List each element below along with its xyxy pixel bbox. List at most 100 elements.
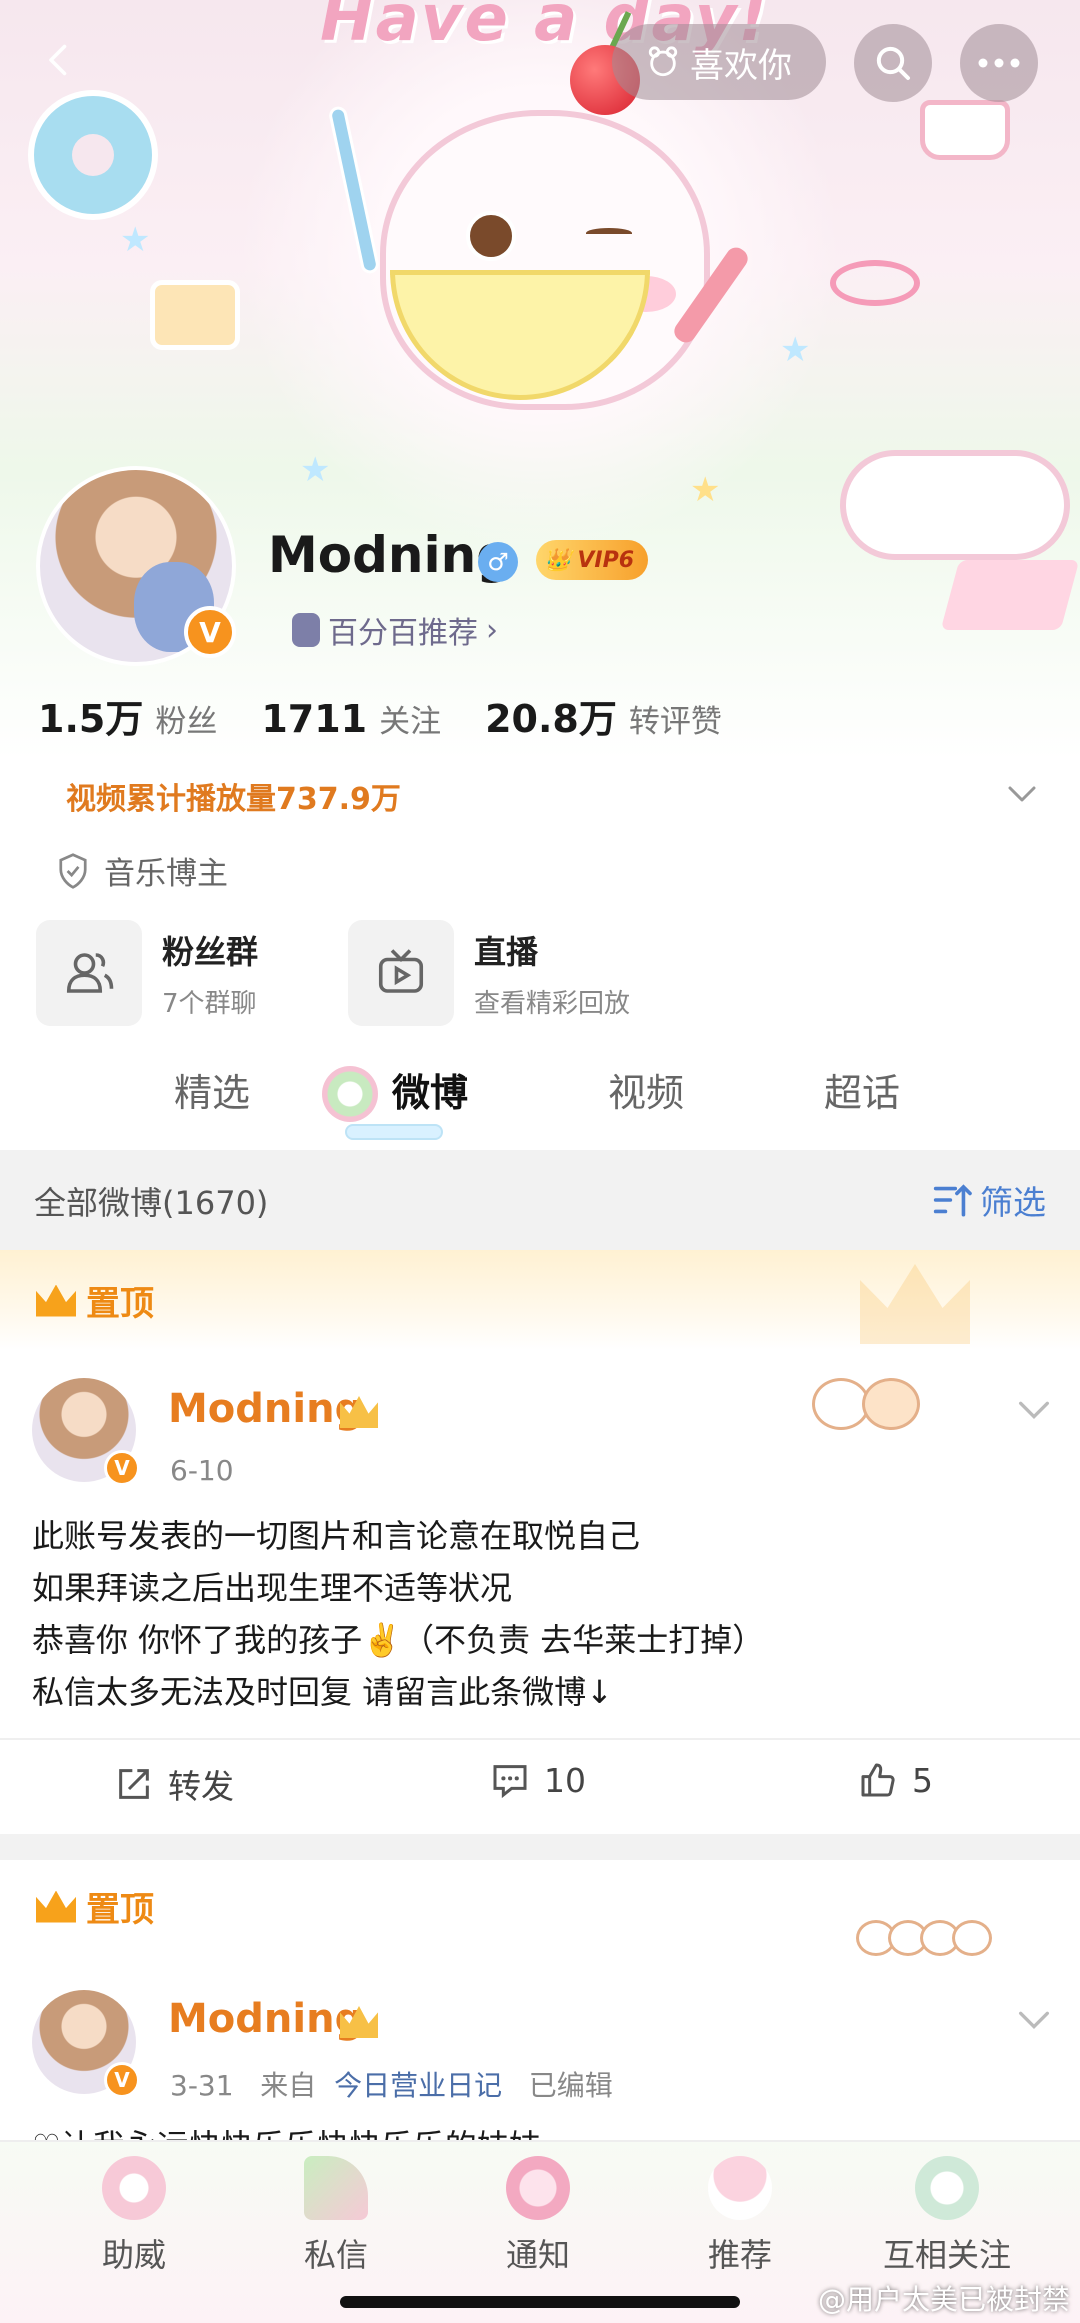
tab-weibo[interactable]: 微博	[392, 1062, 468, 1117]
back-button[interactable]	[30, 30, 90, 90]
nav-messages[interactable]: 私信	[256, 2156, 416, 2276]
umbrella-icon	[708, 2156, 772, 2220]
post-card[interactable]: V Modning 6-10 此账号发表的一切图片和言论意在取悦自己 如果拜读之…	[0, 1350, 1080, 1740]
tab-super-topic[interactable]: 超话	[824, 1062, 900, 1117]
back-arrow-icon	[49, 44, 67, 76]
creator-tag[interactable]: 音乐博主	[56, 848, 228, 893]
video-play-count: 视频累计播放量737.9万	[66, 782, 401, 817]
post-avatar[interactable]: V	[32, 1378, 140, 1486]
filter-label: 筛选	[980, 1183, 1046, 1222]
profile-stats: 1.5万 粉丝 1711 关注 20.8万 转评赞	[38, 688, 766, 743]
filter-button[interactable]: 筛选	[932, 1176, 1046, 1224]
followers-label[interactable]: 粉丝	[155, 696, 217, 741]
post-preview: ♡让我永远快快乐乐快快乐乐的妹妹	[32, 2120, 541, 2140]
nav-mutual-follow[interactable]: 互相关注	[862, 2156, 1032, 2276]
active-tab-indicator	[345, 1124, 443, 1140]
chevron-down-icon[interactable]	[1014, 1390, 1054, 1430]
fork-illustration	[327, 104, 381, 276]
vip-level-label: VIP6	[577, 547, 635, 573]
post-line: 此账号发表的一切图片和言论意在取悦自己	[32, 1517, 641, 1555]
group-users-icon	[36, 920, 142, 1026]
comment-button[interactable]: 10	[490, 1760, 586, 1800]
donut-illustration	[28, 90, 158, 220]
repost-label: 转发	[168, 1767, 234, 1806]
all-posts-count[interactable]: 全部微博(1670)	[34, 1178, 268, 1224]
engagement-count: 20.8万	[485, 697, 617, 741]
post-avatar[interactable]: V	[32, 1990, 140, 2098]
fan-group-sub: 7个群聊	[162, 988, 257, 1019]
star-icon: ★	[120, 220, 151, 260]
crown-icon: 👑	[544, 547, 572, 573]
post-line: 恭喜你 你怀了我的孩子✌️（不负责 去华莱士打掉）	[32, 1621, 765, 1659]
nav-cheer[interactable]: 助威	[54, 2156, 214, 2276]
like-button[interactable]: 5	[858, 1760, 933, 1800]
star-icon: ★	[780, 330, 811, 370]
recommend-link[interactable]: 百分百推荐 ›	[292, 608, 498, 652]
post-source[interactable]: 今日营业日记	[334, 2069, 502, 2102]
post-author[interactable]: Modning	[168, 1996, 363, 2042]
followers-count[interactable]: 1.5万	[38, 688, 143, 743]
animal-sticker-icon	[812, 1378, 920, 1434]
shield-check-icon	[59, 852, 87, 889]
profile-name: Modning	[268, 526, 513, 584]
profile-tabs: 精选 微博 视频 超话	[0, 1050, 1080, 1150]
cake-roll-illustration	[840, 450, 1070, 560]
verified-badge: V	[184, 606, 236, 658]
creator-tag-label: 音乐博主	[104, 856, 228, 892]
pinned-label: 置顶	[36, 1882, 154, 1931]
verified-badge: V	[104, 1450, 140, 1486]
animal-sticker-icon	[856, 1920, 992, 1960]
cake-icon	[915, 2156, 979, 2220]
filter-icon	[933, 1184, 972, 1217]
post-line: 私信太多无法及时回复 请留言此条微博↓	[32, 1673, 613, 1711]
post-text: 此账号发表的一切图片和言论意在取悦自己 如果拜读之后出现生理不适等状况 恭喜你 …	[32, 1510, 764, 1718]
crown-decoration-icon	[860, 1264, 970, 1344]
more-button[interactable]	[960, 24, 1038, 102]
post-meta: 3-31 来自 今日营业日记 已编辑	[170, 2064, 613, 2104]
home-indicator[interactable]	[340, 2296, 740, 2308]
post-card[interactable]: V Modning 3-31 来自 今日营业日记 已编辑 ♡让我永远快快乐乐快快…	[0, 1920, 1080, 2140]
post-from-label: 来自	[260, 2069, 317, 2102]
tab-video[interactable]: 视频	[608, 1062, 684, 1117]
engagement-label: 转评赞	[628, 704, 722, 740]
nav-recommend-label: 推荐	[707, 2236, 772, 2274]
chevron-down-icon[interactable]	[1004, 776, 1040, 812]
crown-icon	[36, 1890, 76, 1923]
post-edited: 已编辑	[528, 2069, 613, 2102]
fan-group-card[interactable]: 粉丝群 7个群聊	[36, 920, 258, 1026]
repost-button[interactable]: 转发	[114, 1760, 234, 1808]
cake-slice-illustration	[940, 560, 1080, 630]
post-date: 6-10	[170, 1454, 234, 1487]
feed-filter-bar: 全部微博(1670) 筛选	[0, 1150, 1080, 1250]
nav-notifications-label: 通知	[505, 2236, 570, 2274]
search-icon	[876, 46, 910, 80]
following-label[interactable]: 关注	[379, 696, 441, 741]
live-card[interactable]: 直播 查看精彩回放	[348, 920, 630, 1026]
fan-group-title: 粉丝群	[162, 932, 259, 971]
vip-badge[interactable]: 👑 VIP6	[536, 540, 649, 580]
tab-featured[interactable]: 精选	[174, 1062, 250, 1117]
bear-heart-icon	[648, 46, 678, 77]
crown-icon	[36, 1284, 76, 1317]
chevron-down-icon[interactable]	[1014, 2000, 1054, 2040]
nav-messages-label: 私信	[303, 2236, 368, 2274]
pinned-header: 置顶	[0, 1250, 1080, 1350]
post-line: 如果拜读之后出现生理不适等状况	[32, 1569, 513, 1607]
like-profile-button[interactable]: 喜欢你	[612, 24, 826, 100]
post-actions: 转发 10 5	[0, 1738, 1080, 1834]
watermelon-icon	[304, 2156, 368, 2220]
nav-notifications[interactable]: 通知	[458, 2156, 618, 2276]
search-button[interactable]	[854, 24, 932, 102]
like-count: 5	[912, 1760, 933, 1800]
like-profile-label: 喜欢你	[690, 45, 792, 86]
pinned-text: 置顶	[86, 1890, 154, 1930]
microphone-icon	[292, 613, 320, 647]
following-count[interactable]: 1711	[261, 697, 367, 741]
repost-icon	[119, 1769, 149, 1799]
nav-mutual-follow-label: 互相关注	[882, 2236, 1011, 2274]
pinned-text: 置顶	[86, 1284, 154, 1324]
post-author[interactable]: Modning	[168, 1386, 363, 1432]
comment-count: 10	[544, 1760, 586, 1800]
thumbs-up-icon	[861, 1763, 895, 1797]
nav-recommend[interactable]: 推荐	[660, 2156, 820, 2276]
